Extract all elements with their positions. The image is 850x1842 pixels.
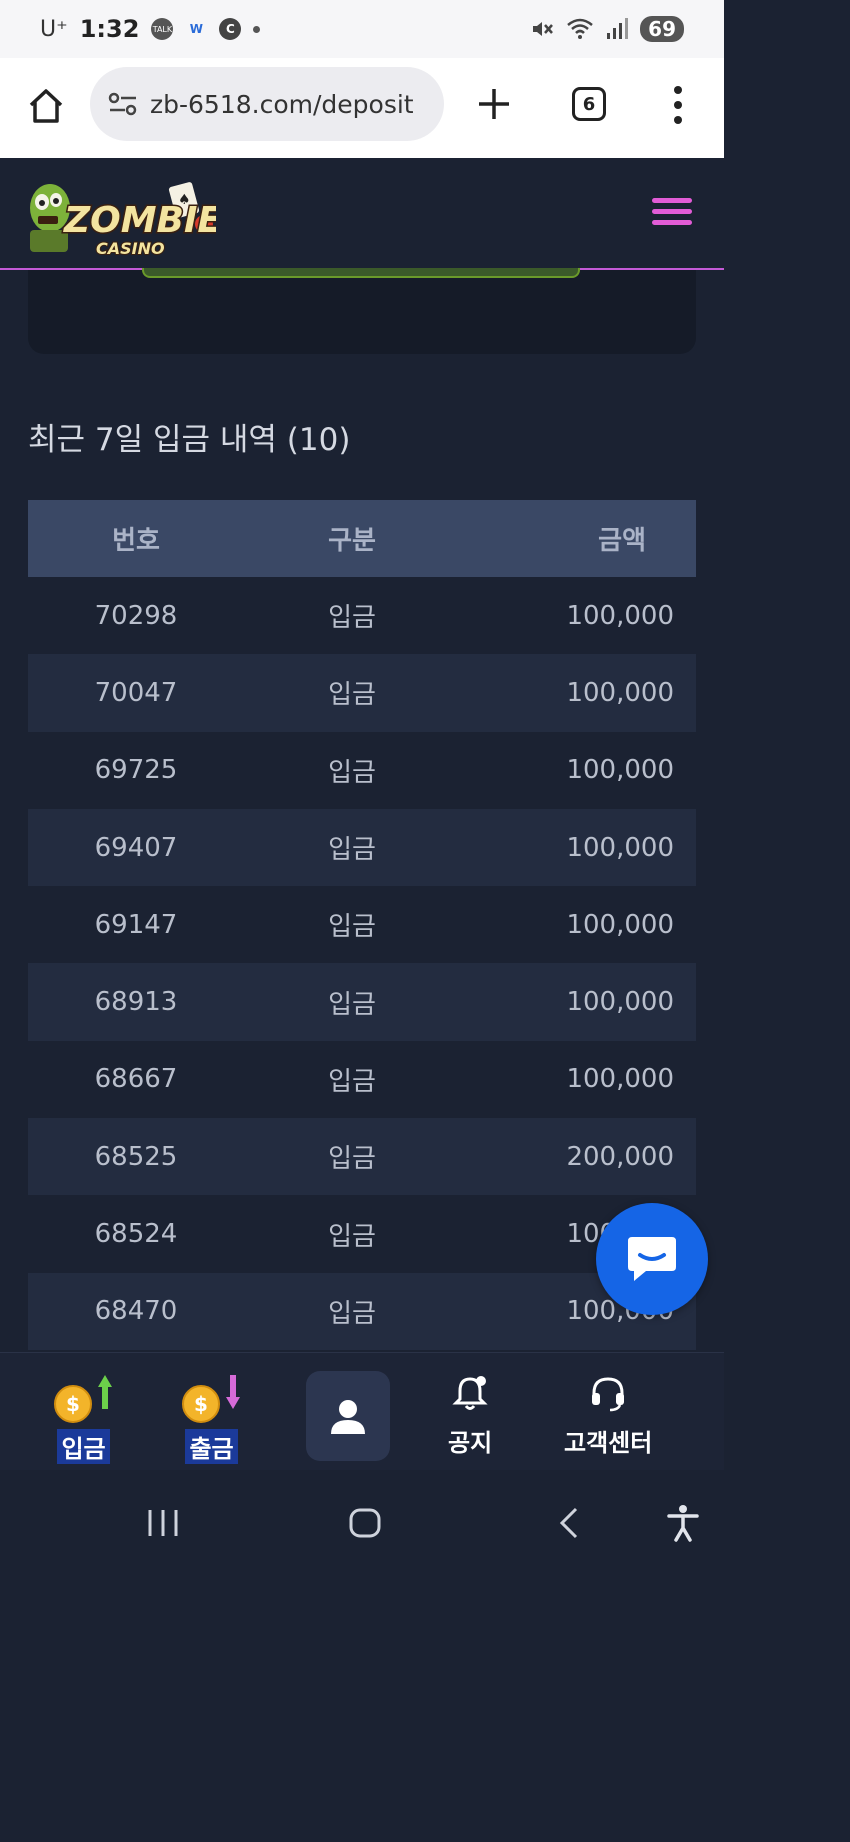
table-row[interactable]: 69407 입금 100,000 (28, 808, 696, 887)
row-id: 68913 (94, 987, 178, 1018)
system-navigation-bar (0, 1470, 724, 1568)
arrow-up-icon (98, 1375, 113, 1409)
arrow-down-icon (226, 1375, 241, 1409)
table-row[interactable]: 70298 입금 100,000 (28, 577, 696, 655)
deposit-form-panel (28, 268, 696, 354)
back-icon[interactable] (556, 1506, 582, 1540)
row-type: 입금 (328, 1221, 376, 1252)
home-nav-icon[interactable] (348, 1507, 382, 1539)
headset-icon (592, 1377, 625, 1412)
row-type: 입금 (328, 1298, 376, 1329)
logo-text: ZOMBIE (63, 200, 216, 241)
row-amount: 100,000 (566, 987, 674, 1018)
site-settings-icon[interactable] (108, 91, 138, 117)
row-amount: 100,000 (566, 909, 674, 940)
row-amount: 100,000 (566, 600, 674, 631)
w-notification-icon: W (189, 22, 204, 36)
profile-button[interactable] (306, 1371, 390, 1461)
row-id: 69147 (94, 909, 178, 940)
home-icon[interactable] (26, 86, 66, 126)
accessibility-icon[interactable] (666, 1504, 700, 1542)
status-bar: U⁺ 1:32 TALK W C 69 (0, 0, 724, 58)
row-type: 입금 (328, 989, 376, 1020)
deposit-history-table: 번호 구분 금액 70298 입금 100,000 70047 입금 100,0… (28, 500, 696, 1350)
table-row[interactable]: 68525 입금 200,000 (28, 1118, 696, 1196)
nav-support[interactable]: 고객센터 (564, 1373, 652, 1458)
recent-apps-icon[interactable] (146, 1508, 180, 1538)
url-text: zb-6518.com/deposit (150, 89, 414, 119)
chat-bubble-icon (628, 1237, 676, 1281)
nav-deposit-label: 입금 (57, 1429, 110, 1464)
row-id: 69725 (94, 755, 178, 786)
row-id: 68525 (94, 1141, 178, 1172)
more-options-icon[interactable] (670, 84, 686, 126)
live-chat-button[interactable] (596, 1203, 708, 1315)
row-id: 68524 (94, 1219, 178, 1250)
row-amount: 100,000 (566, 1064, 674, 1095)
row-id: 69407 (94, 832, 178, 863)
row-type: 입금 (328, 912, 376, 943)
row-amount: 100,000 (566, 755, 674, 786)
row-type: 입금 (328, 1144, 376, 1175)
nav-withdraw-label: 출금 (185, 1429, 238, 1464)
wifi-icon (567, 18, 593, 39)
more-notifications-icon (253, 25, 261, 33)
row-id: 70298 (94, 600, 178, 631)
nav-notice-label: 공지 (448, 1429, 493, 1457)
table-row[interactable]: 68667 입금 100,000 (28, 1040, 696, 1119)
nav-deposit[interactable]: $ 입금 (54, 1373, 113, 1464)
clock: 1:32 (79, 15, 140, 43)
browser-toolbar: zb-6518.com/deposit 6 (0, 58, 724, 158)
table-row[interactable]: 69725 입금 100,000 (28, 731, 696, 809)
battery-indicator: 69 (640, 16, 684, 42)
logo-subtext: CASINO (96, 239, 165, 258)
table-row[interactable]: 69147 입금 100,000 (28, 886, 696, 964)
column-header-type: 구분 (328, 526, 376, 556)
row-type: 입금 (328, 757, 376, 788)
table-row[interactable]: 68913 입금 100,000 (28, 963, 696, 1041)
table-row[interactable]: 70047 입금 100,000 (28, 654, 696, 732)
tab-switcher-button[interactable]: 6 (572, 87, 606, 121)
bell-icon (452, 1376, 488, 1410)
row-amount: 200,000 (566, 1141, 674, 1172)
address-bar[interactable]: zb-6518.com/deposit (90, 67, 444, 141)
row-id: 68667 (94, 1064, 178, 1095)
row-type: 입금 (328, 1066, 376, 1097)
zombie-casino-logo[interactable]: ♠ ZOMBIE CASINO (26, 172, 216, 260)
row-id: 68470 (94, 1296, 178, 1327)
nav-withdraw[interactable]: $ 출금 (182, 1373, 241, 1464)
carrier-label: U⁺ (40, 16, 68, 42)
withdraw-coin-icon: $ (182, 1385, 220, 1423)
row-type: 입금 (328, 603, 376, 634)
table-row[interactable]: 68470 입금 100,000 (28, 1272, 696, 1350)
c-notification-icon: C (219, 18, 242, 40)
deposit-coin-icon: $ (54, 1385, 92, 1423)
column-header-number: 번호 (112, 526, 160, 556)
table-header: 번호 구분 금액 (28, 500, 696, 577)
signal-icon (607, 18, 629, 39)
history-title: 최근 7일 입금 내역 (10) (28, 422, 351, 458)
row-type: 입금 (328, 680, 376, 711)
submit-button-edge[interactable] (142, 268, 580, 278)
nav-notice[interactable]: 공지 (448, 1373, 492, 1458)
user-icon (331, 1400, 365, 1434)
column-header-amount: 금액 (598, 526, 646, 556)
mute-icon (533, 22, 554, 36)
new-tab-icon[interactable] (476, 86, 512, 122)
row-amount: 100,000 (566, 832, 674, 863)
bottom-navigation: $ 입금 $ 출금 공지 고객센터 (0, 1352, 724, 1470)
row-id: 70047 (94, 677, 178, 708)
row-amount: 100,000 (566, 677, 674, 708)
menu-icon[interactable] (652, 198, 692, 228)
nav-support-label: 고객센터 (564, 1429, 653, 1457)
kakaotalk-icon: TALK (151, 18, 174, 40)
site-header: ♠ ZOMBIE CASINO (0, 158, 724, 270)
row-type: 입금 (328, 835, 376, 866)
